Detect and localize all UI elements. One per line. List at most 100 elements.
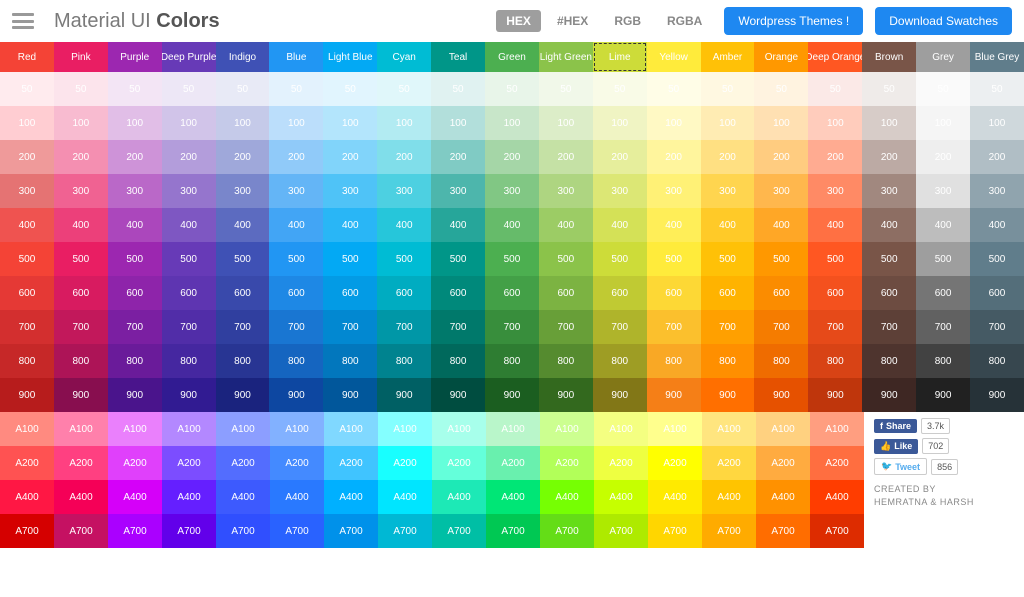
swatch[interactable]: 50 bbox=[701, 72, 755, 106]
fb-like-button[interactable]: 👍 Like 702 bbox=[874, 438, 1014, 454]
format-tab-rgb[interactable]: RGB bbox=[604, 10, 651, 32]
swatch[interactable]: 300 bbox=[647, 174, 701, 208]
swatch[interactable]: A700 bbox=[648, 514, 702, 548]
swatch[interactable]: A700 bbox=[54, 514, 108, 548]
swatch[interactable]: 900 bbox=[216, 378, 270, 412]
swatch[interactable]: 300 bbox=[323, 174, 377, 208]
swatch[interactable]: A100 bbox=[162, 412, 216, 446]
swatch[interactable]: 600 bbox=[54, 276, 108, 310]
swatch[interactable]: 400 bbox=[269, 208, 323, 242]
hue-orange[interactable]: Orange bbox=[754, 42, 808, 72]
swatch[interactable]: 50 bbox=[216, 72, 270, 106]
swatch[interactable]: 300 bbox=[269, 174, 323, 208]
swatch[interactable]: A100 bbox=[702, 412, 756, 446]
swatch[interactable]: A200 bbox=[378, 446, 432, 480]
swatch[interactable]: 300 bbox=[754, 174, 808, 208]
swatch[interactable]: 400 bbox=[539, 208, 593, 242]
swatch[interactable]: 700 bbox=[0, 310, 54, 344]
swatch[interactable]: 100 bbox=[862, 106, 916, 140]
swatch[interactable]: 600 bbox=[216, 276, 270, 310]
swatch[interactable]: A400 bbox=[324, 480, 378, 514]
swatch[interactable]: 200 bbox=[54, 140, 108, 174]
swatch[interactable]: 300 bbox=[485, 174, 539, 208]
swatch[interactable]: 300 bbox=[970, 174, 1024, 208]
swatch[interactable]: 900 bbox=[485, 378, 539, 412]
swatch[interactable]: 500 bbox=[377, 242, 431, 276]
swatch[interactable]: 300 bbox=[862, 174, 916, 208]
swatch[interactable]: 700 bbox=[593, 310, 647, 344]
swatch[interactable]: 100 bbox=[108, 106, 162, 140]
hue-cyan[interactable]: Cyan bbox=[377, 42, 431, 72]
swatch[interactable]: 50 bbox=[54, 72, 108, 106]
swatch[interactable]: A400 bbox=[270, 480, 324, 514]
hue-red[interactable]: Red bbox=[0, 42, 54, 72]
swatch[interactable]: 500 bbox=[916, 242, 970, 276]
swatch[interactable]: 500 bbox=[539, 242, 593, 276]
swatch[interactable]: A400 bbox=[540, 480, 594, 514]
swatch[interactable]: A400 bbox=[216, 480, 270, 514]
swatch[interactable]: A200 bbox=[0, 446, 54, 480]
swatch[interactable]: A700 bbox=[270, 514, 324, 548]
swatch[interactable]: 400 bbox=[808, 208, 862, 242]
swatch[interactable]: 100 bbox=[970, 106, 1024, 140]
swatch[interactable]: 900 bbox=[0, 378, 54, 412]
swatch[interactable]: 500 bbox=[431, 242, 485, 276]
swatch[interactable]: 900 bbox=[862, 378, 916, 412]
swatch[interactable]: A700 bbox=[702, 514, 756, 548]
swatch[interactable]: 100 bbox=[216, 106, 270, 140]
swatch[interactable]: 400 bbox=[862, 208, 916, 242]
swatch[interactable]: 200 bbox=[593, 140, 647, 174]
swatch[interactable]: 300 bbox=[216, 174, 270, 208]
swatch[interactable]: 300 bbox=[431, 174, 485, 208]
swatch[interactable]: 700 bbox=[431, 310, 485, 344]
swatch[interactable]: 700 bbox=[216, 310, 270, 344]
swatch[interactable]: A700 bbox=[486, 514, 540, 548]
swatch[interactable]: 600 bbox=[647, 276, 701, 310]
hue-light-blue[interactable]: Light Blue bbox=[323, 42, 377, 72]
swatch[interactable]: 400 bbox=[970, 208, 1024, 242]
download-swatches-button[interactable]: Download Swatches bbox=[875, 7, 1012, 35]
swatch[interactable]: A200 bbox=[324, 446, 378, 480]
swatch[interactable]: A700 bbox=[594, 514, 648, 548]
swatch[interactable]: 200 bbox=[323, 140, 377, 174]
swatch[interactable]: 700 bbox=[323, 310, 377, 344]
swatch[interactable]: 900 bbox=[754, 378, 808, 412]
swatch[interactable]: 50 bbox=[485, 72, 539, 106]
swatch[interactable]: 800 bbox=[647, 344, 701, 378]
swatch[interactable]: 100 bbox=[808, 106, 862, 140]
swatch[interactable]: A100 bbox=[594, 412, 648, 446]
wordpress-themes-button[interactable]: Wordpress Themes ! bbox=[724, 7, 863, 35]
hue-light-green[interactable]: Light Green bbox=[539, 42, 593, 72]
swatch[interactable]: 100 bbox=[162, 106, 216, 140]
swatch[interactable]: 400 bbox=[647, 208, 701, 242]
hue-deep-orange[interactable]: Deep Orange bbox=[808, 42, 862, 72]
swatch[interactable]: 100 bbox=[539, 106, 593, 140]
swatch[interactable]: 900 bbox=[377, 378, 431, 412]
swatch[interactable]: 50 bbox=[431, 72, 485, 106]
swatch[interactable]: 200 bbox=[754, 140, 808, 174]
swatch[interactable]: A200 bbox=[432, 446, 486, 480]
swatch[interactable]: A200 bbox=[216, 446, 270, 480]
swatch[interactable]: 700 bbox=[970, 310, 1024, 344]
swatch[interactable]: A400 bbox=[0, 480, 54, 514]
swatch[interactable]: 400 bbox=[108, 208, 162, 242]
swatch[interactable]: A400 bbox=[810, 480, 864, 514]
swatch[interactable]: 700 bbox=[269, 310, 323, 344]
swatch[interactable]: 200 bbox=[970, 140, 1024, 174]
swatch[interactable]: 300 bbox=[54, 174, 108, 208]
swatch[interactable]: 400 bbox=[216, 208, 270, 242]
swatch[interactable]: 500 bbox=[485, 242, 539, 276]
swatch[interactable]: A200 bbox=[810, 446, 864, 480]
swatch[interactable]: 400 bbox=[754, 208, 808, 242]
swatch[interactable]: A700 bbox=[0, 514, 54, 548]
swatch[interactable]: 700 bbox=[701, 310, 755, 344]
swatch[interactable]: A100 bbox=[810, 412, 864, 446]
swatch[interactable]: 200 bbox=[647, 140, 701, 174]
swatch[interactable]: 200 bbox=[808, 140, 862, 174]
swatch[interactable]: 800 bbox=[431, 344, 485, 378]
swatch[interactable]: A700 bbox=[756, 514, 810, 548]
swatch[interactable]: A700 bbox=[432, 514, 486, 548]
swatch[interactable]: 600 bbox=[539, 276, 593, 310]
swatch[interactable]: A100 bbox=[378, 412, 432, 446]
swatch[interactable]: 500 bbox=[808, 242, 862, 276]
